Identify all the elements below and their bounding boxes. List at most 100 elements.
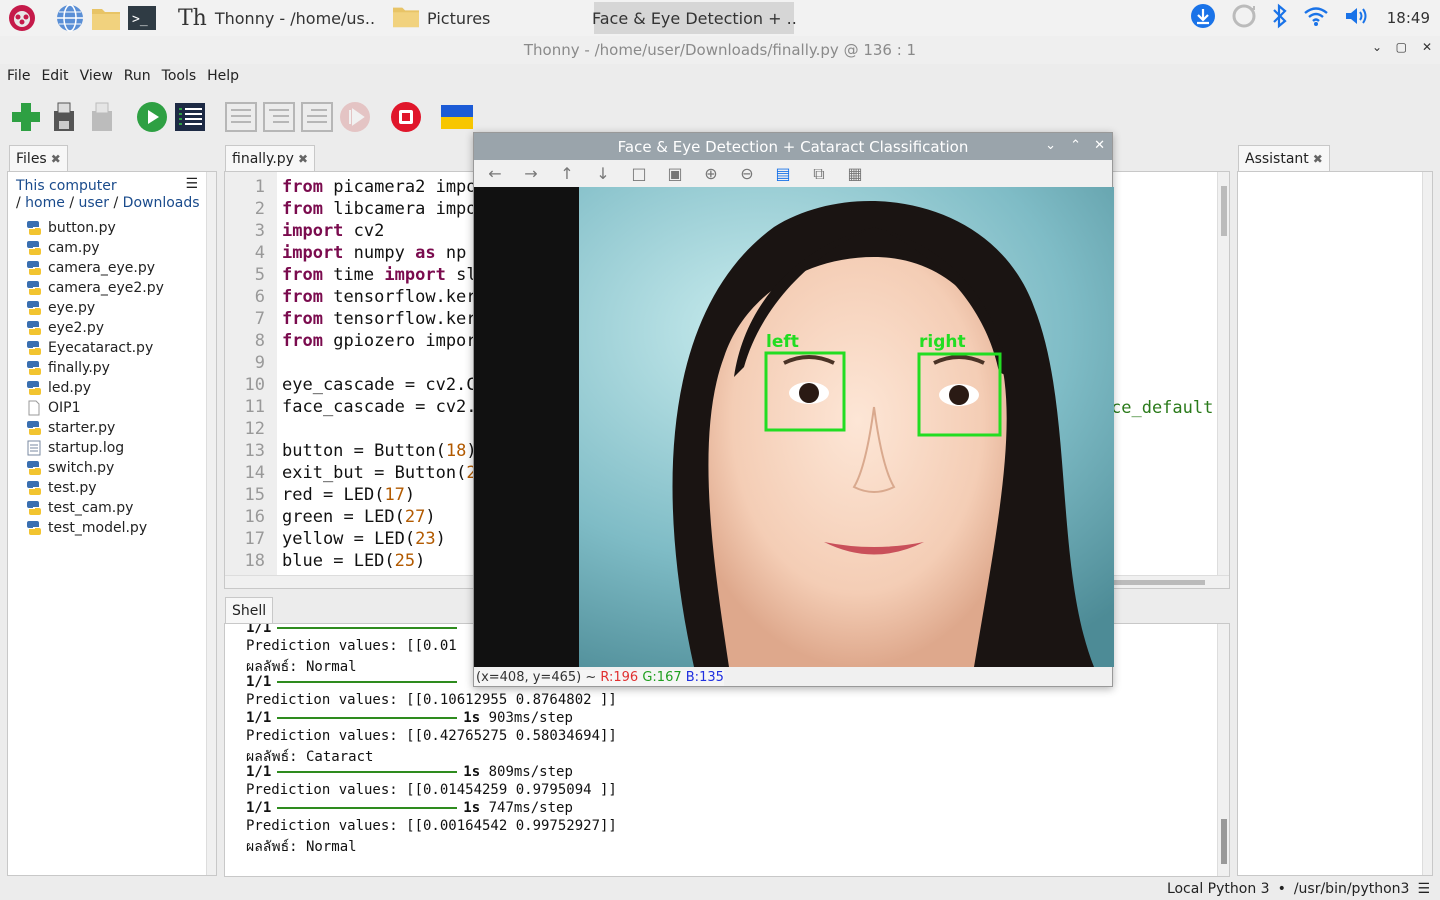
file-item[interactable]: button.py <box>26 218 116 238</box>
file-item[interactable]: startup.log <box>26 438 124 458</box>
tab-shell[interactable]: Shell <box>225 597 274 623</box>
menu-help[interactable]: Help <box>207 68 239 84</box>
file-manager-icon[interactable] <box>90 2 122 34</box>
resume-icon[interactable] <box>338 100 372 134</box>
location-this-computer[interactable]: This computer <box>16 178 200 195</box>
file-item[interactable]: cam.py <box>26 238 100 258</box>
code-line[interactable]: import cv2 <box>282 221 384 241</box>
file-item[interactable]: finally.py <box>26 358 110 378</box>
task-pictures[interactable]: Pictures <box>383 2 498 34</box>
pan-left-icon[interactable]: ← <box>484 164 506 183</box>
file-item[interactable]: led.py <box>26 378 91 398</box>
minimize-icon[interactable]: ⌄ <box>1372 40 1382 54</box>
cv-window-titlebar[interactable]: Face & Eye Detection + Cataract Classifi… <box>474 133 1112 160</box>
raspberry-menu-icon[interactable] <box>6 2 38 34</box>
code-line[interactable]: exit_but = Button(2 <box>282 463 477 483</box>
code-line[interactable]: blue = LED(25) <box>282 551 425 571</box>
menu-file[interactable]: File <box>7 68 30 84</box>
files-scrollbar[interactable] <box>206 172 216 875</box>
close-tab-icon[interactable]: ✖ <box>298 152 308 166</box>
file-item[interactable]: switch.py <box>26 458 114 478</box>
file-item[interactable]: OIP1 <box>26 398 81 418</box>
zoom-out-icon[interactable]: ⊖ <box>736 164 758 183</box>
bluetooth-icon[interactable] <box>1271 3 1289 33</box>
save-file-icon[interactable] <box>85 100 119 134</box>
menu-tools[interactable]: Tools <box>162 68 197 84</box>
menu-run[interactable]: Run <box>124 68 151 84</box>
file-item[interactable]: eye2.py <box>26 318 104 338</box>
menu-edit[interactable]: Edit <box>41 68 68 84</box>
ukraine-flag-icon[interactable] <box>440 100 474 134</box>
menu-view[interactable]: View <box>80 68 113 84</box>
tab-files[interactable]: Files ✖ <box>9 145 68 171</box>
maximize-icon[interactable]: ⌃ <box>1070 138 1081 153</box>
zoom-fit-icon[interactable]: ▣ <box>664 164 686 183</box>
close-icon[interactable]: ✕ <box>1094 138 1105 153</box>
step-into-icon[interactable] <box>262 100 296 134</box>
file-item[interactable]: camera_eye.py <box>26 258 155 278</box>
code-line[interactable]: from tensorflow.ker <box>282 287 477 307</box>
code-line[interactable]: yellow = LED(23) <box>282 529 446 549</box>
editor-vscrollbar[interactable] <box>1217 172 1229 576</box>
save-image-icon[interactable]: ▤ <box>772 164 794 183</box>
code-line[interactable]: button = Button(18) <box>282 441 477 461</box>
zoom-in-icon[interactable]: ⊕ <box>700 164 722 183</box>
download-icon[interactable] <box>1189 2 1217 34</box>
close-tab-icon[interactable]: ✖ <box>1313 152 1323 166</box>
pan-right-icon[interactable]: → <box>520 164 542 183</box>
load-file-icon[interactable] <box>47 100 81 134</box>
web-browser-icon[interactable] <box>54 2 86 34</box>
file-item[interactable]: test.py <box>26 478 97 498</box>
code-line[interactable]: face_cascade = cv2. <box>282 397 477 417</box>
file-item[interactable]: test_model.py <box>26 518 147 538</box>
files-menu-icon[interactable]: ☰ <box>185 176 198 192</box>
assistant-scrollbar[interactable] <box>1422 172 1432 875</box>
clock[interactable]: 18:49 <box>1387 9 1430 27</box>
properties-icon[interactable]: ▦ <box>844 164 866 183</box>
file-item[interactable]: camera_eye2.py <box>26 278 164 298</box>
volume-icon[interactable] <box>1343 5 1369 31</box>
zoom-original-icon[interactable]: □ <box>628 164 650 183</box>
interpreter-label[interactable]: Local Python 3 <box>1167 881 1270 897</box>
run-icon[interactable] <box>135 100 169 134</box>
close-tab-icon[interactable]: ✖ <box>51 152 61 166</box>
pan-down-icon[interactable]: ↓ <box>592 164 614 183</box>
sync-icon[interactable] <box>1231 3 1257 33</box>
statusbar-menu-icon[interactable]: ☰ <box>1417 881 1430 897</box>
code-line[interactable]: from tensorflow.ker <box>282 309 477 329</box>
task-thonny[interactable]: Th Thonny - /home/us.. <box>170 2 383 34</box>
breadcrumb-downloads[interactable]: Downloads <box>123 195 200 211</box>
code-line[interactable]: eye_cascade = cv2.C <box>282 375 477 395</box>
maximize-icon[interactable]: ▢ <box>1396 40 1407 54</box>
debug-icon[interactable] <box>173 100 207 134</box>
close-icon[interactable]: ✕ <box>1422 40 1432 54</box>
new-file-icon[interactable] <box>9 100 43 134</box>
code-line[interactable]: from libcamera impo <box>282 199 477 219</box>
task-face-eye-detection[interactable]: Face & Eye Detection + .. <box>592 2 797 34</box>
step-over-icon[interactable] <box>224 100 258 134</box>
step-out-icon[interactable] <box>300 100 334 134</box>
code-line[interactable]: green = LED(27) <box>282 507 436 527</box>
stop-icon[interactable] <box>389 100 423 134</box>
breadcrumb-home[interactable]: home <box>25 195 65 211</box>
tab-finally-py[interactable]: finally.py ✖ <box>225 145 316 171</box>
code-line[interactable]: from gpiozero impor <box>282 331 477 351</box>
file-item[interactable]: Eyecataract.py <box>26 338 153 358</box>
file-item[interactable]: eye.py <box>26 298 95 318</box>
minimize-icon[interactable]: ⌄ <box>1045 138 1056 153</box>
code-line[interactable]: from picamera2 impo <box>282 177 477 197</box>
code-line[interactable]: from time import sl <box>282 265 477 285</box>
camera-frame[interactable]: left right <box>474 187 1114 667</box>
file-item[interactable]: test_cam.py <box>26 498 133 518</box>
terminal-icon[interactable]: >_ <box>126 2 158 34</box>
wifi-icon[interactable] <box>1303 5 1329 31</box>
pan-up-icon[interactable]: ↑ <box>556 164 578 183</box>
code-line[interactable]: import numpy as np <box>282 243 466 263</box>
interpreter-path[interactable]: /usr/bin/python3 <box>1294 881 1410 897</box>
shell-scrollbar[interactable] <box>1217 624 1229 876</box>
tab-assistant[interactable]: Assistant ✖ <box>1238 145 1330 171</box>
file-item[interactable]: starter.py <box>26 418 115 438</box>
copy-image-icon[interactable]: ⧉ <box>808 164 830 183</box>
breadcrumb-user[interactable]: user <box>79 195 110 211</box>
code-line[interactable]: red = LED(17) <box>282 485 415 505</box>
